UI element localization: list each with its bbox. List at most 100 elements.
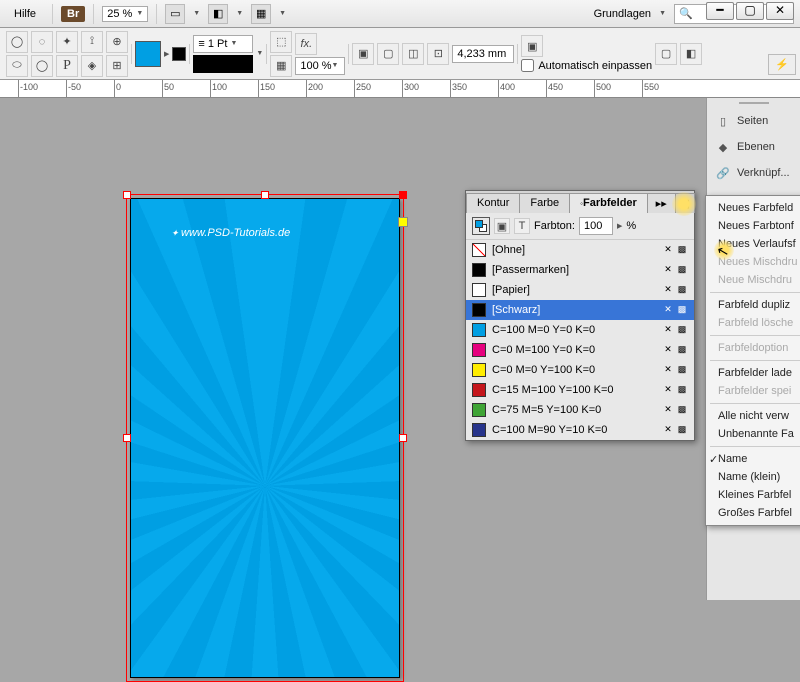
minimize-button[interactable]: ━ bbox=[706, 2, 734, 20]
menu-help[interactable]: Hilfe bbox=[6, 6, 44, 22]
autofit-label: Automatisch einpassen bbox=[538, 60, 652, 72]
menubar: Hilfe Br 25 %▼ ▭▼ ◧▼ ▦▼ Grundlagen▼ 🔍 ━ … bbox=[0, 0, 800, 28]
swatch-name: C=15 M=100 Y=100 K=0 bbox=[492, 384, 656, 396]
view-mode-icon[interactable]: ▭ bbox=[165, 4, 185, 24]
menu-item[interactable]: Name bbox=[706, 450, 800, 468]
horizontal-ruler: -100-50050100150200250300350400450500550 bbox=[0, 80, 800, 98]
panel-tabbar: Kontur Farbe ◦Farbfelder ▸▸ ▤ bbox=[466, 191, 694, 213]
swatch-name: [Passermarken] bbox=[492, 264, 656, 276]
tab-farbe[interactable]: Farbe bbox=[519, 193, 570, 213]
fit-icon[interactable]: ▢ bbox=[377, 43, 399, 65]
menu-item[interactable]: Unbenannte Fa bbox=[706, 425, 800, 443]
stroke-weight[interactable]: ≡ 1 Pt ▼ bbox=[193, 35, 253, 53]
tint-unit: % bbox=[626, 220, 636, 232]
swatch-row[interactable]: [Papier]✕▩ bbox=[466, 280, 694, 300]
arrange-icon[interactable]: ▦ bbox=[251, 4, 271, 24]
swatch-mode-icon: ▩ bbox=[676, 324, 688, 336]
frame-icon[interactable]: ▣ bbox=[521, 35, 543, 57]
flash-icon[interactable]: ⚡ bbox=[768, 54, 796, 75]
tool-p-icon[interactable]: P bbox=[56, 55, 78, 77]
swatch-chip bbox=[472, 403, 486, 417]
menu-item[interactable]: Neues Farbtonf bbox=[706, 217, 800, 235]
control-toolbar: ◯⬭ ◌◯ ✦P ⟟◈ ⊕⊞ ▶ ≡ 1 Pt ▼ ▼ ⬚▦ fx.100 %▼… bbox=[0, 28, 800, 80]
fit-icon[interactable]: ⊡ bbox=[427, 43, 449, 65]
fit-icon[interactable]: ◫ bbox=[402, 43, 424, 65]
swatch-chip bbox=[472, 263, 486, 277]
swatch-row[interactable]: [Schwarz]✕▩ bbox=[466, 300, 694, 320]
fill-swatch[interactable] bbox=[135, 41, 161, 67]
swatch-row[interactable]: [Ohne]✕▩ bbox=[466, 240, 694, 260]
opacity-icon[interactable]: ▦ bbox=[270, 55, 292, 77]
swatch-row[interactable]: C=15 M=100 Y=100 K=0✕▩ bbox=[466, 380, 694, 400]
maximize-button[interactable]: ▢ bbox=[736, 2, 764, 20]
panel-menu-button[interactable]: ▤ bbox=[675, 193, 695, 213]
tab-kontur[interactable]: Kontur bbox=[466, 193, 520, 213]
zoom-dropdown[interactable]: 25 %▼ bbox=[102, 6, 148, 22]
frame-icon[interactable]: ▢ bbox=[655, 43, 677, 65]
tool-icon[interactable]: ◯ bbox=[6, 31, 28, 53]
screen-mode-icon[interactable]: ◧ bbox=[208, 4, 228, 24]
tab-farbfelder[interactable]: ◦Farbfelder bbox=[569, 193, 648, 213]
dock-pages[interactable]: ▯Seiten bbox=[707, 108, 800, 134]
swatch-mode-icon: ▩ bbox=[676, 284, 688, 296]
fx-icon[interactable]: ⬚ bbox=[270, 31, 292, 53]
swatch-type-icon: ✕ bbox=[662, 364, 674, 376]
menu-item[interactable]: Name (klein) bbox=[706, 468, 800, 486]
handle-w[interactable] bbox=[123, 434, 131, 442]
tool-icon[interactable]: ◈ bbox=[81, 55, 103, 77]
menu-item[interactable]: Farbfeld dupliz bbox=[706, 296, 800, 314]
menu-item[interactable]: Farbfelder lade bbox=[706, 364, 800, 382]
swatches-panel: Kontur Farbe ◦Farbfelder ▸▸ ▤ ▣ T Farbto… bbox=[465, 190, 695, 441]
swatch-type-icon: ✕ bbox=[662, 304, 674, 316]
fill-stroke-proxy[interactable] bbox=[472, 217, 490, 235]
handle-live-corner[interactable] bbox=[398, 217, 408, 227]
handle-ne[interactable] bbox=[399, 191, 407, 199]
opacity-field[interactable]: 100 %▼ bbox=[295, 57, 345, 75]
frame-icon[interactable]: ◧ bbox=[680, 43, 702, 65]
handle-nw[interactable] bbox=[123, 191, 131, 199]
tool-icon[interactable]: ◌ bbox=[31, 31, 53, 53]
swatch-row[interactable]: [Passermarken]✕▩ bbox=[466, 260, 694, 280]
dock-links[interactable]: 🔗Verknüpf... bbox=[707, 160, 800, 186]
panel-expand[interactable]: ▸▸ bbox=[647, 193, 676, 213]
swatch-row[interactable]: C=0 M=100 Y=0 K=0✕▩ bbox=[466, 340, 694, 360]
measure-field[interactable]: 4,233 mm bbox=[452, 45, 514, 63]
tool-icon[interactable]: ◯ bbox=[31, 55, 53, 77]
swatch-name: [Schwarz] bbox=[492, 304, 656, 316]
swatch-list[interactable]: [Ohne]✕▩[Passermarken]✕▩[Papier]✕▩[Schwa… bbox=[466, 240, 694, 440]
text-icon[interactable]: T bbox=[514, 218, 530, 234]
swatch-name: C=75 M=5 Y=100 K=0 bbox=[492, 404, 656, 416]
tool-icon[interactable]: ⊞ bbox=[106, 55, 128, 77]
tint-value[interactable]: 100 bbox=[579, 217, 613, 235]
search-icon: 🔍 bbox=[679, 7, 693, 20]
menu-item[interactable]: Neues Farbfeld bbox=[706, 199, 800, 217]
workspace-label[interactable]: Grundlagen bbox=[594, 8, 652, 20]
fx-button[interactable]: fx. bbox=[295, 33, 317, 55]
swatch-row[interactable]: C=100 M=0 Y=0 K=0✕▩ bbox=[466, 320, 694, 340]
autofit-checkbox[interactable] bbox=[521, 59, 534, 72]
dock-grip[interactable] bbox=[707, 98, 800, 108]
stroke-swatch[interactable] bbox=[172, 47, 186, 61]
close-button[interactable]: ✕ bbox=[766, 2, 794, 20]
menu-item[interactable]: Kleines Farbfel bbox=[706, 486, 800, 504]
tool-icon[interactable]: ✦ bbox=[56, 31, 78, 53]
dock-layers[interactable]: ◆Ebenen bbox=[707, 134, 800, 160]
fit-icon[interactable]: ▣ bbox=[352, 43, 374, 65]
tool-icon[interactable]: ⟟ bbox=[81, 31, 103, 53]
swatch-row[interactable]: C=75 M=5 Y=100 K=0✕▩ bbox=[466, 400, 694, 420]
menu-item[interactable]: Alle nicht verw bbox=[706, 407, 800, 425]
swatch-name: C=100 M=90 Y=10 K=0 bbox=[492, 424, 656, 436]
menu-item[interactable]: Großes Farbfel bbox=[706, 504, 800, 522]
handle-e[interactable] bbox=[399, 434, 407, 442]
bridge-badge[interactable]: Br bbox=[61, 6, 85, 22]
handle-n[interactable] bbox=[261, 191, 269, 199]
tool-icon[interactable]: ⬭ bbox=[6, 55, 28, 77]
container-icon[interactable]: ▣ bbox=[494, 218, 510, 234]
swatch-row[interactable]: C=0 M=0 Y=100 K=0✕▩ bbox=[466, 360, 694, 380]
tool-icon[interactable]: ⊕ bbox=[106, 31, 128, 53]
swatch-mode-icon: ▩ bbox=[676, 344, 688, 356]
swatch-row[interactable]: C=100 M=90 Y=10 K=0✕▩ bbox=[466, 420, 694, 440]
stroke-style[interactable] bbox=[193, 55, 253, 73]
swatch-name: C=100 M=0 Y=0 K=0 bbox=[492, 324, 656, 336]
swatch-type-icon: ✕ bbox=[662, 384, 674, 396]
